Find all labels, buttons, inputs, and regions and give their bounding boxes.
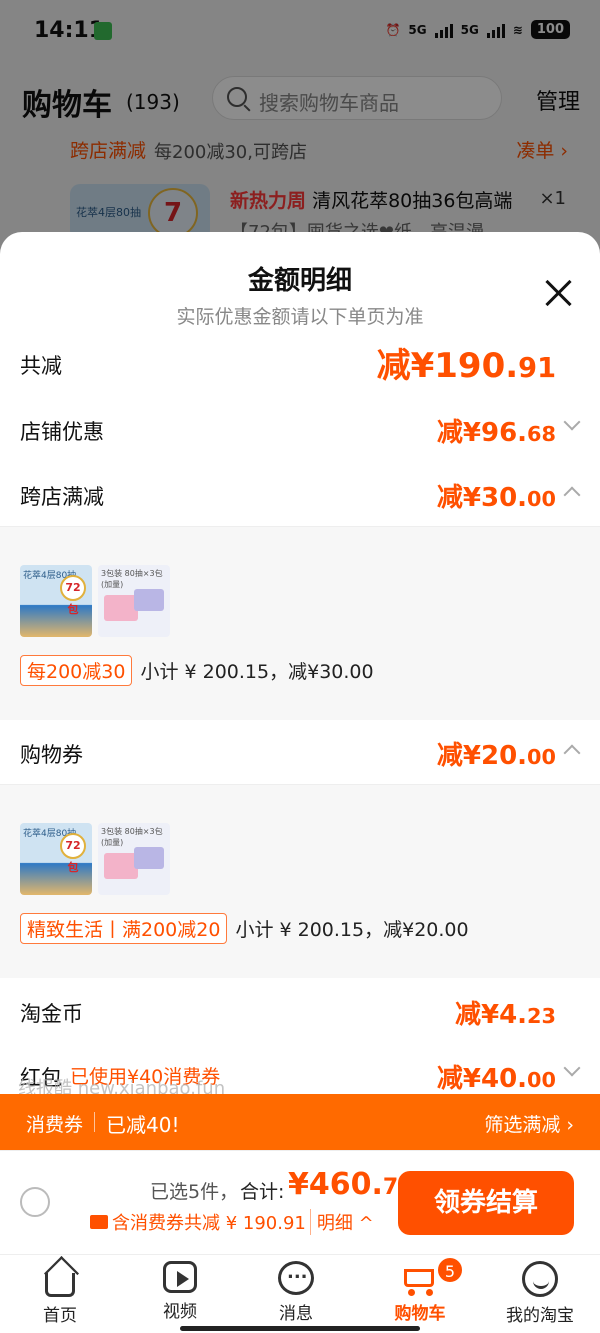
coupon-tag: 精致生活丨满200减20 bbox=[20, 913, 228, 944]
redpack-amount: 减¥40.00 bbox=[436, 1064, 556, 1094]
voucher-banner[interactable]: 消费券 已减40! 筛选满减 › bbox=[0, 1094, 600, 1150]
total-discount-row: 共减 减¥190.91 bbox=[0, 332, 600, 396]
tab-video[interactable]: 视频 bbox=[120, 1261, 240, 1322]
chevron-up-icon bbox=[563, 486, 581, 504]
detail-toggle[interactable]: 明细 ^ bbox=[309, 1209, 374, 1235]
voucher-row[interactable]: 购物券 减¥20.00 bbox=[0, 721, 600, 785]
taojinbi-row: 淘金币 减¥4.23 bbox=[0, 980, 600, 1044]
tab-label: 我的淘宝 bbox=[506, 1306, 574, 1326]
cross-store-amount: 减¥30.00 bbox=[436, 483, 556, 513]
voucher-amount: 减¥20.00 bbox=[436, 741, 556, 771]
tab-label: 首页 bbox=[43, 1306, 77, 1326]
voucher-banner-saved: 已减40! bbox=[106, 1113, 180, 1137]
selected-count: 已选5件， bbox=[150, 1181, 239, 1203]
home-icon bbox=[45, 1273, 75, 1297]
tab-my-taobao[interactable]: 我的淘宝 bbox=[480, 1261, 600, 1326]
product-thumb: 3包装 80抽×3包(加量) bbox=[98, 565, 170, 637]
sheet-subtitle: 实际优惠金额请以下单页为准 bbox=[176, 306, 424, 328]
sheet-title: 金额明细 bbox=[247, 266, 352, 296]
tab-label: 视频 bbox=[163, 1302, 197, 1322]
taojinbi-amount: 减¥4.23 bbox=[454, 1000, 556, 1030]
cart-badge: 5 bbox=[436, 1256, 464, 1284]
cart-icon bbox=[400, 1261, 440, 1296]
total-label: 合计: bbox=[240, 1181, 285, 1203]
voucher-label: 购物券 bbox=[20, 743, 83, 767]
profile-icon bbox=[522, 1261, 558, 1297]
total-amount: ¥460.74 bbox=[288, 1167, 414, 1202]
product-thumb: 花萃4层80抽 72包 bbox=[20, 565, 92, 637]
tab-label: 消息 bbox=[279, 1304, 313, 1324]
cross-store-coupon-line: 每200减30 小计 ¥ 200.15，减¥30.00 bbox=[20, 655, 374, 686]
select-all-checkbox[interactable] bbox=[20, 1187, 50, 1217]
home-indicator bbox=[180, 1326, 420, 1331]
voucher-banner-label: 消费券 bbox=[26, 1114, 84, 1136]
chevron-down-icon bbox=[563, 1059, 581, 1077]
chevron-up-icon bbox=[563, 744, 581, 762]
subtotal-text: 小计 ¥ 200.15，减¥20.00 bbox=[235, 919, 469, 941]
filter-discount-button[interactable]: 筛选满减 › bbox=[484, 1110, 574, 1137]
tab-home[interactable]: 首页 bbox=[0, 1261, 120, 1326]
cross-store-thumbs: 花萃4层80抽 72包 3包装 80抽×3包(加量) bbox=[20, 565, 170, 637]
subtotal-text: 小计 ¥ 200.15，减¥30.00 bbox=[140, 661, 374, 683]
total-discount-amount: 减¥190.91 bbox=[376, 346, 556, 386]
product-thumb: 花萃4层80抽 72包 bbox=[20, 823, 92, 895]
total-discount-label: 共减 bbox=[20, 354, 62, 378]
message-icon bbox=[278, 1261, 314, 1295]
taojinbi-label: 淘金币 bbox=[20, 1002, 83, 1026]
cross-store-label: 跨店满减 bbox=[20, 485, 104, 509]
store-discount-label: 店铺优惠 bbox=[20, 420, 104, 444]
product-thumb: 3包装 80抽×3包(加量) bbox=[98, 823, 170, 895]
tab-messages[interactable]: 消息 bbox=[236, 1261, 356, 1324]
store-discount-amount: 减¥96.68 bbox=[436, 418, 556, 448]
voucher-thumbs: 花萃4层80抽 72包 3包装 80抽×3包(加量) bbox=[20, 823, 170, 895]
cross-store-row[interactable]: 跨店满减 减¥30.00 bbox=[0, 463, 600, 527]
saving-summary[interactable]: 含消费券共减 ¥ 190.91 明细 ^ bbox=[90, 1209, 374, 1235]
close-icon[interactable] bbox=[544, 278, 574, 308]
voucher-panel: 花萃4层80抽 72包 3包装 80抽×3包(加量) 精致生活丨满200减20 … bbox=[0, 784, 600, 978]
divider bbox=[94, 1112, 95, 1132]
video-icon bbox=[163, 1261, 197, 1293]
coupon-icon bbox=[90, 1215, 108, 1229]
checkout-bar: 已选5件， 合计: ¥460.74 含消费券共减 ¥ 190.91 明细 ^ 领… bbox=[0, 1150, 600, 1254]
cross-store-panel: 花萃4层80抽 72包 3包装 80抽×3包(加量) 每200减30 小计 ¥ … bbox=[0, 526, 600, 720]
chevron-down-icon bbox=[563, 413, 581, 431]
voucher-coupon-line: 精致生活丨满200减20 小计 ¥ 200.15，减¥20.00 bbox=[20, 913, 469, 944]
coupon-tag: 每200减30 bbox=[20, 655, 133, 686]
store-discount-row[interactable]: 店铺优惠 减¥96.68 bbox=[0, 398, 600, 462]
tab-label: 购物车 bbox=[394, 1304, 446, 1324]
saving-text: 含消费券共减 ¥ 190.91 bbox=[112, 1213, 306, 1234]
bottom-tab-bar: 首页 视频 消息 购物车 我的淘宝 bbox=[0, 1254, 600, 1333]
checkout-button[interactable]: 领券结算 bbox=[398, 1171, 574, 1235]
